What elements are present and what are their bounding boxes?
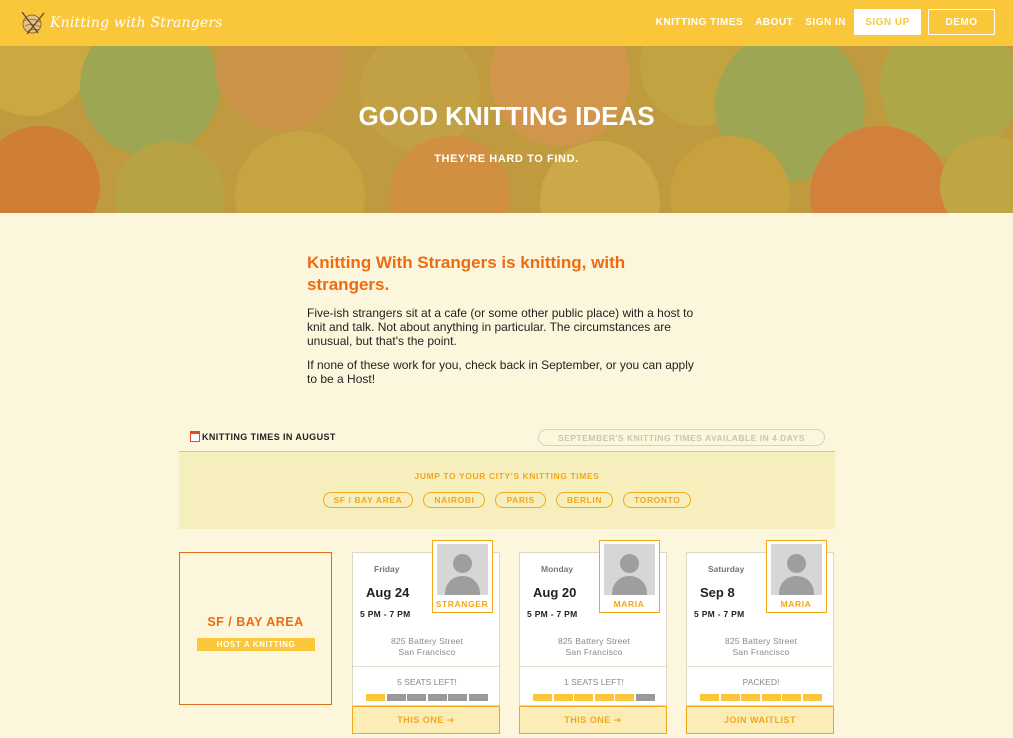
seat-open	[407, 694, 426, 701]
nav-links: KNITTING TIMES ABOUT SIGN IN SIGN UP DEM…	[644, 9, 995, 35]
sign-up-button[interactable]: SIGN UP	[854, 9, 921, 35]
seat-taken	[366, 694, 385, 701]
brand[interactable]: Knitting with Strangers	[18, 8, 223, 38]
knitting-times-title: KNITTING TIMES IN AUGUST	[202, 431, 336, 442]
host-profile[interactable]: MARIA	[766, 540, 827, 613]
intro-paragraph-1: Five-ish strangers sit at a cafe (or som…	[307, 306, 694, 348]
city-pill-sf-bay-area[interactable]: SF / BAY AREA	[322, 492, 414, 508]
divider	[520, 666, 666, 667]
host-name: MARIA	[780, 599, 812, 609]
seat-taken	[700, 694, 719, 701]
divider	[687, 666, 833, 667]
event-day: Friday	[374, 564, 400, 574]
event-address: 825 Battery Street San Francisco	[520, 636, 668, 658]
seat-taken	[615, 694, 634, 701]
yarn-ball-icon	[21, 11, 45, 35]
seat-taken	[720, 694, 740, 701]
host-a-knitting-button[interactable]: HOST A KNITTING	[197, 638, 315, 651]
seats-bar	[366, 694, 489, 701]
calendar-icon	[190, 431, 200, 442]
event-address-street: 825 Battery Street	[390, 636, 464, 646]
hero-title: GOOD KNITTING IDEAS	[358, 101, 655, 131]
seat-taken	[533, 694, 552, 701]
hero-banner: GOOD KNITTING IDEAS THEY'RE HARD TO FIND…	[0, 46, 1013, 213]
seat-open	[427, 694, 447, 701]
host-profile[interactable]: STRANGER	[432, 540, 493, 613]
top-nav: Knitting with Strangers KNITTING TIMES A…	[0, 0, 1013, 46]
event-seats-text: PACKED!	[742, 677, 780, 687]
this-one-button[interactable]: THIS ONE ➔	[352, 706, 500, 734]
seat-taken	[782, 694, 801, 701]
seats-bar	[700, 694, 823, 701]
city-card: SF / BAY AREA HOST A KNITTING	[179, 552, 332, 705]
host-name: MARIA	[613, 599, 645, 609]
city-jump-panel: JUMP TO YOUR CITY'S KNITTING TIMES SF / …	[179, 451, 835, 529]
event-seats-text: 1 SEATS LEFT!	[564, 677, 624, 687]
event-date: Aug 24	[366, 585, 410, 600]
city-pill-berlin[interactable]: BERLIN	[555, 492, 614, 508]
host-profile[interactable]: MARIA	[599, 540, 660, 613]
city-card-name: SF / BAY AREA	[207, 615, 304, 629]
event-date: Aug 20	[533, 585, 577, 600]
event-address-street: 825 Battery Street	[557, 636, 631, 646]
city-pills: SF / BAY AREA NAIROBI PARIS BERLIN TORON…	[179, 492, 835, 508]
intro-heading: Knitting With Strangers is knitting, wit…	[307, 253, 626, 294]
event-address: 825 Battery Street San Francisco	[353, 636, 501, 658]
seat-open	[386, 694, 406, 701]
seat-open	[448, 694, 467, 701]
city-pill-nairobi[interactable]: NAIROBI	[423, 492, 486, 508]
city-pill-paris[interactable]: PARIS	[495, 492, 546, 508]
avatar-placeholder-icon	[771, 544, 822, 595]
city-pill-toronto[interactable]: TORONTO	[623, 492, 692, 508]
event-date: Sep 8	[700, 585, 735, 600]
seats-bar	[533, 694, 656, 701]
demo-button[interactable]: DEMO	[928, 9, 995, 35]
intro-section: Knitting With Strangers is knitting, wit…	[307, 252, 707, 396]
hero-subtitle: THEY'RE HARD TO FIND.	[434, 153, 579, 165]
event-time: 5 PM - 7 PM	[360, 609, 411, 619]
event-address: 825 Battery Street San Francisco	[687, 636, 835, 658]
event-day: Saturday	[708, 564, 745, 574]
event-address-city: San Francisco	[732, 647, 790, 657]
event-card: Monday Aug 20 5 PM - 7 PM 825 Battery St…	[519, 540, 668, 734]
city-jump-title: JUMP TO YOUR CITY'S KNITTING TIMES	[414, 471, 600, 481]
seat-taken	[802, 694, 822, 701]
join-waitlist-button[interactable]: JOIN WAITLIST	[686, 706, 834, 734]
next-month-notice: SEPTEMBER'S KNITTING TIMES AVAILABLE IN …	[538, 429, 825, 446]
seat-open	[635, 694, 655, 701]
event-card: Saturday Sep 8 5 PM - 7 PM 825 Battery S…	[686, 540, 835, 734]
avatar-placeholder-icon	[437, 544, 488, 595]
seat-taken	[761, 694, 781, 701]
seat-taken	[553, 694, 573, 701]
event-card: Friday Aug 24 5 PM - 7 PM 825 Battery St…	[352, 540, 501, 734]
seat-taken	[741, 694, 760, 701]
brand-name: Knitting with Strangers	[50, 15, 223, 31]
event-seats-text: 5 SEATS LEFT!	[397, 677, 457, 687]
event-day: Monday	[541, 564, 574, 574]
seat-taken	[574, 694, 593, 701]
event-address-city: San Francisco	[565, 647, 623, 657]
seat-open	[468, 694, 488, 701]
avatar-placeholder-icon	[604, 544, 655, 595]
nav-sign-in[interactable]: SIGN IN	[805, 17, 846, 28]
nav-knitting-times[interactable]: KNITTING TIMES	[656, 17, 744, 28]
nav-about[interactable]: ABOUT	[755, 17, 793, 28]
host-name: STRANGER	[435, 599, 489, 609]
this-one-button[interactable]: THIS ONE ➔	[519, 706, 667, 734]
intro-paragraph-2: If none of these work for you, check bac…	[307, 358, 694, 386]
event-address-city: San Francisco	[398, 647, 456, 657]
event-time: 5 PM - 7 PM	[527, 609, 578, 619]
divider	[353, 666, 499, 667]
event-time: 5 PM - 7 PM	[694, 609, 745, 619]
knitting-times-header: KNITTING TIMES IN AUGUST	[190, 431, 336, 442]
event-address-street: 825 Battery Street	[724, 636, 798, 646]
seat-taken	[594, 694, 614, 701]
